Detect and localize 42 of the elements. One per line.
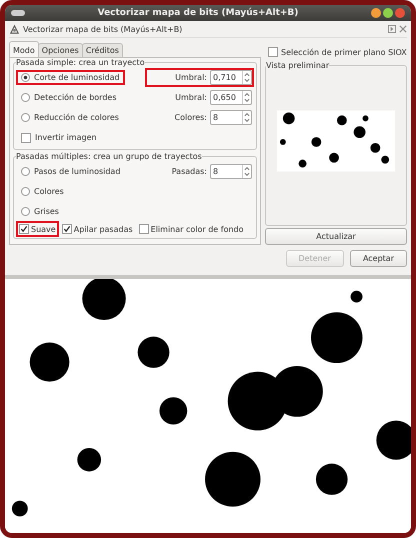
spin-label: Colores: <box>174 112 207 122</box>
close-icon[interactable] <box>399 25 407 33</box>
spin-arrows-icon[interactable] <box>244 92 250 102</box>
tab[interactable]: Opciones <box>38 43 83 57</box>
spin-field[interactable]: 0,710 <box>210 70 252 84</box>
spin-arrows-icon[interactable] <box>244 166 250 176</box>
radio-option[interactable]: Reducción de colores <box>16 110 124 124</box>
group-title: Pasadas múltiples: crea un grupo de trayectos <box>16 152 202 161</box>
spin-label: Pasadas: <box>172 166 207 176</box>
checkbox-option[interactable]: Selección de primer plano SIOX <box>265 45 407 59</box>
group-title: Pasada simple: crea un trayecto <box>16 58 145 67</box>
trace-icon <box>9 24 20 34</box>
minimize-icon[interactable] <box>371 8 381 18</box>
group-title: Vista preliminar <box>266 61 330 70</box>
radio-option[interactable]: Colores <box>16 184 69 198</box>
tab[interactable]: Modo <box>9 41 39 57</box>
dialog-title: Vectorizar mapa de bits (Mayús+Alt+B) <box>23 24 182 34</box>
checkmark-icon <box>20 225 28 233</box>
window-title: Vectorizar mapa de bits (Mayús+Alt+B) <box>96 8 300 18</box>
checkbox-option[interactable]: Invertir imagen <box>16 127 102 148</box>
update-button[interactable]: Actualizar <box>265 228 407 245</box>
radio-option[interactable]: Pasos de luminosidad <box>16 164 126 178</box>
undock-icon[interactable] <box>388 25 396 33</box>
maximize-icon[interactable] <box>383 8 393 18</box>
spin-label: Umbral: <box>175 92 207 102</box>
dialog-button[interactable]: Aceptar <box>350 250 407 267</box>
checkbox-option[interactable]: Apilar pasadas <box>58 221 136 237</box>
window-menu-icon[interactable] <box>11 10 25 16</box>
spin-field[interactable]: 8 <box>210 110 252 124</box>
checkbox-option[interactable]: Suave <box>16 221 59 237</box>
radio-option[interactable]: Grises <box>16 204 64 218</box>
tab[interactable]: Créditos <box>82 43 123 57</box>
spin-arrows-icon[interactable] <box>244 72 250 82</box>
radio-option[interactable]: Corte de luminosidad <box>16 70 125 84</box>
spin-label: Umbral: <box>175 72 207 82</box>
close-icon[interactable] <box>395 8 405 18</box>
spin-arrows-icon[interactable] <box>244 112 250 122</box>
checkbox-option[interactable]: Eliminar color de fondo <box>136 221 247 237</box>
spin-field[interactable]: 8 <box>210 164 252 178</box>
radio-option[interactable]: Detección de bordes <box>16 90 122 104</box>
checkmark-icon <box>62 225 71 233</box>
spin-field[interactable]: 0,650 <box>210 90 252 104</box>
